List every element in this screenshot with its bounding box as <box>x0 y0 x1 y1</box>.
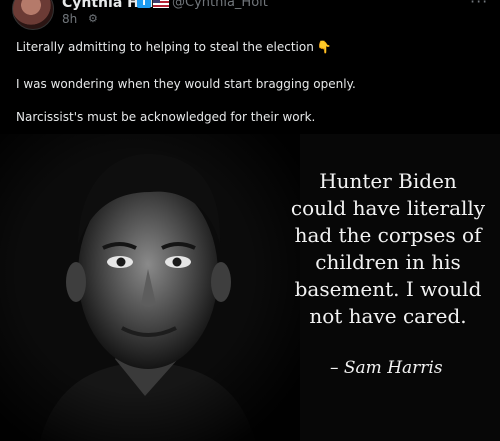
quote-text: Hunter Biden could have literally had th… <box>283 168 493 330</box>
quote-line-1: Hunter Biden <box>319 169 457 193</box>
pointing-down-emoji-icon: 👇 <box>316 40 332 54</box>
post-text-line-1: Literally admitting to helping to steal … <box>16 40 314 54</box>
avatar[interactable] <box>12 0 54 30</box>
attached-image[interactable]: Hunter Biden could have literally had th… <box>0 134 500 441</box>
quote-line-2: could have literally <box>290 196 486 220</box>
author-badges: T <box>137 0 169 8</box>
portrait-photo <box>0 134 300 441</box>
more-options-icon[interactable]: ··· <box>470 0 488 11</box>
quote-line-6: not have cared. <box>309 304 467 328</box>
post-text-line-3: Narcissist's must be acknowledged for th… <box>16 110 316 124</box>
quote-attribution: – Sam Harris <box>330 358 443 378</box>
post-timestamp[interactable]: 8h <box>62 12 77 26</box>
quote-line-4: children in his <box>315 250 461 274</box>
post-header: Cynthia Holt T @Cynthia_Holt 8h ⚙ ··· <box>0 0 500 34</box>
us-flag-icon <box>153 0 169 8</box>
post-text-line: Literally admitting to helping to steal … <box>16 40 332 54</box>
quote-line-5: basement. I would <box>294 277 482 301</box>
post-text-line-2: I was wondering when they would start br… <box>16 77 356 91</box>
author-handle[interactable]: @Cynthia_Holt <box>172 0 268 10</box>
quote-line-3: had the corpses of <box>294 223 482 247</box>
audience-icon: ⚙ <box>88 12 98 25</box>
verified-badge-icon: T <box>137 0 151 8</box>
